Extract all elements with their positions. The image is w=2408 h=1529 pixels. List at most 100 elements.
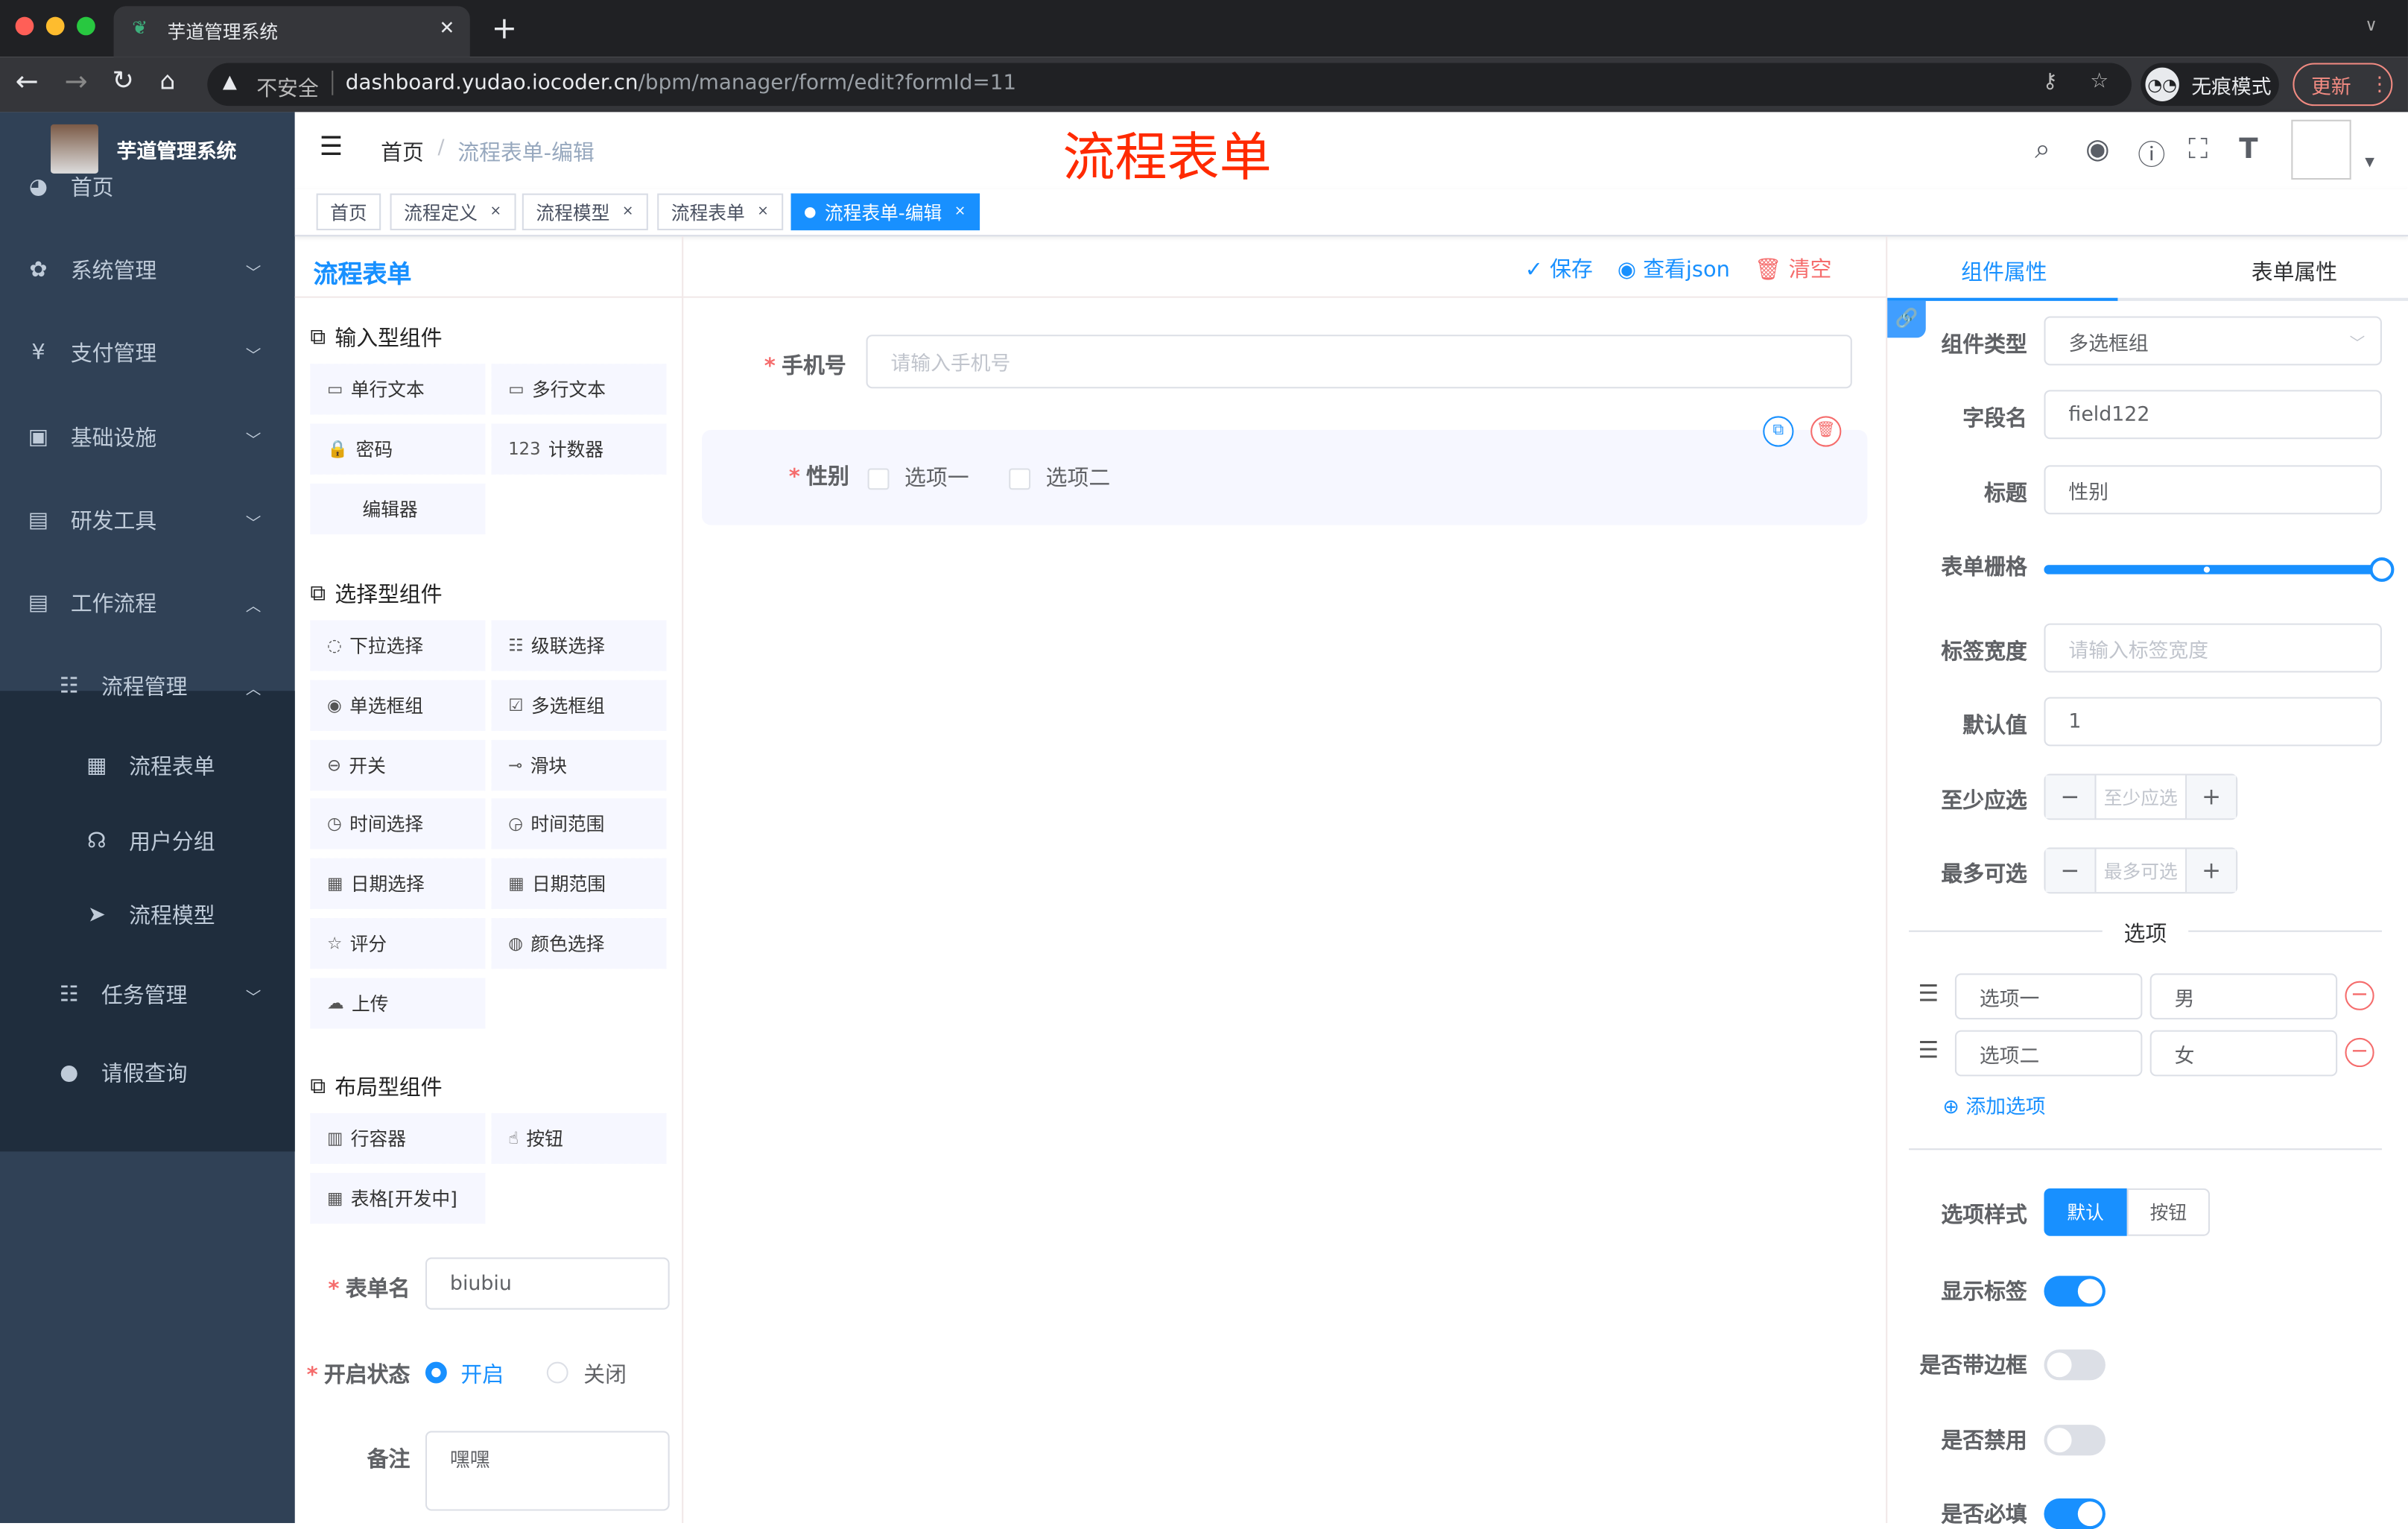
component-select-4[interactable]: ⊖ 开关 [310,739,486,791]
option-label-input[interactable]: 选项一 [1954,973,2143,1020]
caret-down-icon[interactable]: ▼ [2365,155,2374,169]
help-icon[interactable]: ⓘ [2138,133,2165,174]
new-tab-button[interactable]: + [492,9,518,45]
tag-2[interactable]: 流程模型 × [522,193,647,231]
close-tag-icon[interactable]: × [490,204,502,220]
form-name-input[interactable]: biubiu [425,1257,670,1310]
option-1-checkbox[interactable]: 选项一 [867,462,969,493]
sidebar-item[interactable]: ¥ 支付管理 ﹀ [0,311,295,394]
component-select-0[interactable]: ◌ 下拉选择 [310,620,486,671]
title-input[interactable]: 性别 [2044,465,2382,515]
font-size-icon[interactable]: T [2239,133,2258,165]
maximize-window-button[interactable] [77,16,95,36]
remove-option-icon[interactable]: − [2345,981,2374,1010]
clear-button[interactable]: 🗑 清空 [1755,253,1832,284]
component-input-3[interactable]: 123 计数器 [491,423,667,475]
remove-option-icon[interactable]: − [2345,1037,2374,1068]
tag-3[interactable]: 流程表单 × [657,193,783,231]
disabled-switch[interactable] [2044,1425,2106,1456]
component-select-2[interactable]: ◉ 单选框组 [310,680,486,731]
increment-button[interactable]: + [2187,849,2237,893]
tab-component-props[interactable]: 组件属性 [1961,256,2047,287]
decrement-button[interactable]: − [2045,849,2095,893]
show-label-switch[interactable] [2044,1276,2106,1307]
sidebar-item[interactable]: ▤ 研发工具 ﹀ [0,479,295,562]
component-layout-2[interactable]: ▦ 表格[开发中] [310,1172,486,1223]
component-input-1[interactable]: ▭ 多行文本 [491,364,667,415]
grid-slider[interactable] [2044,557,2395,582]
component-select-12[interactable]: ☁ 上传 [310,978,486,1029]
component-layout-1[interactable]: ☝ 按钮 [491,1112,667,1164]
incognito-indicator[interactable]: ◔◔ 无痕模式 [2141,63,2279,107]
back-icon[interactable]: ← [16,66,39,98]
default-value-input[interactable]: 1 [2044,697,2382,747]
increment-button[interactable]: + [2187,775,2237,819]
drag-handle-icon[interactable]: ☰ [1918,980,1939,1007]
option-2-checkbox[interactable]: 选项二 [1009,462,1110,493]
component-input-2[interactable]: 🔒 密码 [310,423,486,475]
option-label-input[interactable]: 选项二 [1954,1030,2143,1077]
reload-icon[interactable]: ↻ [112,66,133,97]
component-select-7[interactable]: ◶ 时间范围 [491,799,667,850]
component-input-4[interactable]: 编辑器 [310,483,486,534]
style-button-button[interactable]: 按钮 [2126,1188,2211,1236]
status-off-label[interactable]: 关闭 [583,1359,627,1390]
browser-tab[interactable]: ❦ 芋道管理系统 ✕ [113,6,470,57]
selected-field-gender[interactable]: * 性别 选项一 选项二 [701,429,1868,525]
tag-1[interactable]: 流程定义 × [390,193,516,231]
close-window-button[interactable] [15,16,34,36]
component-select-1[interactable]: ☷ 级联选择 [491,620,667,671]
sidebar-item[interactable]: ▤ 工作流程 ︿ [0,562,295,645]
slider-handle[interactable] [2369,557,2395,582]
drag-handle-icon[interactable]: ☰ [1918,1036,1939,1064]
sidebar-item[interactable]: ☊ 用户分组 [0,800,295,883]
label-width-input[interactable]: 请输入标签宽度 [2044,623,2382,673]
minimize-window-button[interactable] [45,16,65,36]
remark-textarea[interactable]: 嘿嘿 [425,1431,670,1511]
sidebar-item[interactable]: ✿ 系统管理 ﹀ [0,229,295,311]
option-value-input[interactable]: 男 [2149,973,2338,1020]
component-select-6[interactable]: ◷ 时间选择 [310,799,486,850]
status-on-radio[interactable] [425,1361,447,1384]
github-icon[interactable]: ◉ [2085,133,2109,165]
view-json-button[interactable]: ◉ 查看json [1618,253,1730,284]
update-button[interactable]: 更新 ⋮ [2293,63,2393,107]
sidebar-item[interactable]: ▦ 流程表单 [0,725,295,808]
component-select-9[interactable]: ▦ 日期范围 [491,858,667,910]
tag-4[interactable]: 流程表单-编辑 × [790,193,980,231]
key-icon[interactable]: ⚷ [2042,69,2057,94]
min-stepper[interactable]: − 至少应选 + [2044,773,2238,820]
close-tag-icon[interactable]: × [757,204,769,220]
component-select-11[interactable]: ◍ 颜色选择 [491,918,667,969]
delete-icon[interactable]: 🗑 [1810,416,1842,447]
status-off-radio[interactable] [546,1361,568,1384]
component-input-0[interactable]: ▭ 单行文本 [310,364,486,415]
address-bar[interactable]: ▲ 不安全 dashboard.yudao.iocoder.cn/bpm/man… [207,63,2132,107]
sidebar-item[interactable]: ● 请假查询 [0,1032,295,1115]
component-type-select[interactable]: 多选框组 ﹀ [2044,316,2382,366]
border-switch[interactable] [2044,1349,2106,1381]
sidebar-item[interactable]: ▣ 基础设施 ﹀ [0,396,295,479]
star-icon[interactable]: ☆ [2090,69,2108,94]
option-value-input[interactable]: 女 [2149,1030,2338,1077]
field-name-input[interactable]: field122 [2044,390,2382,440]
breadcrumb-home[interactable]: 首页 [381,136,424,167]
forward-icon[interactable]: → [65,66,88,98]
sidebar-item[interactable]: ➤ 流程模型 [0,873,295,956]
decrement-button[interactable]: − [2045,775,2095,819]
search-icon[interactable]: ⌕ [2035,133,2050,165]
avatar[interactable] [2291,119,2351,180]
tab-form-props[interactable]: 表单属性 [2252,256,2337,287]
required-switch[interactable] [2044,1498,2106,1529]
sidebar-item[interactable]: ◕ 首页 [0,146,295,229]
component-select-5[interactable]: ⊸ 滑块 [491,739,667,791]
copy-icon[interactable]: ⧉ [1763,416,1794,447]
status-on-label[interactable]: 开启 [460,1359,504,1390]
hamburger-icon[interactable]: ☰ [320,132,343,162]
tab-search-icon[interactable]: ∨ [2365,16,2377,36]
component-layout-0[interactable]: ▥ 行容器 [310,1112,486,1164]
tag-0[interactable]: 首页 [316,193,381,231]
max-stepper[interactable]: − 最多可选 + [2044,847,2238,894]
phone-input[interactable]: 请输入手机号 [866,335,1852,389]
close-tag-icon[interactable]: × [622,204,634,220]
